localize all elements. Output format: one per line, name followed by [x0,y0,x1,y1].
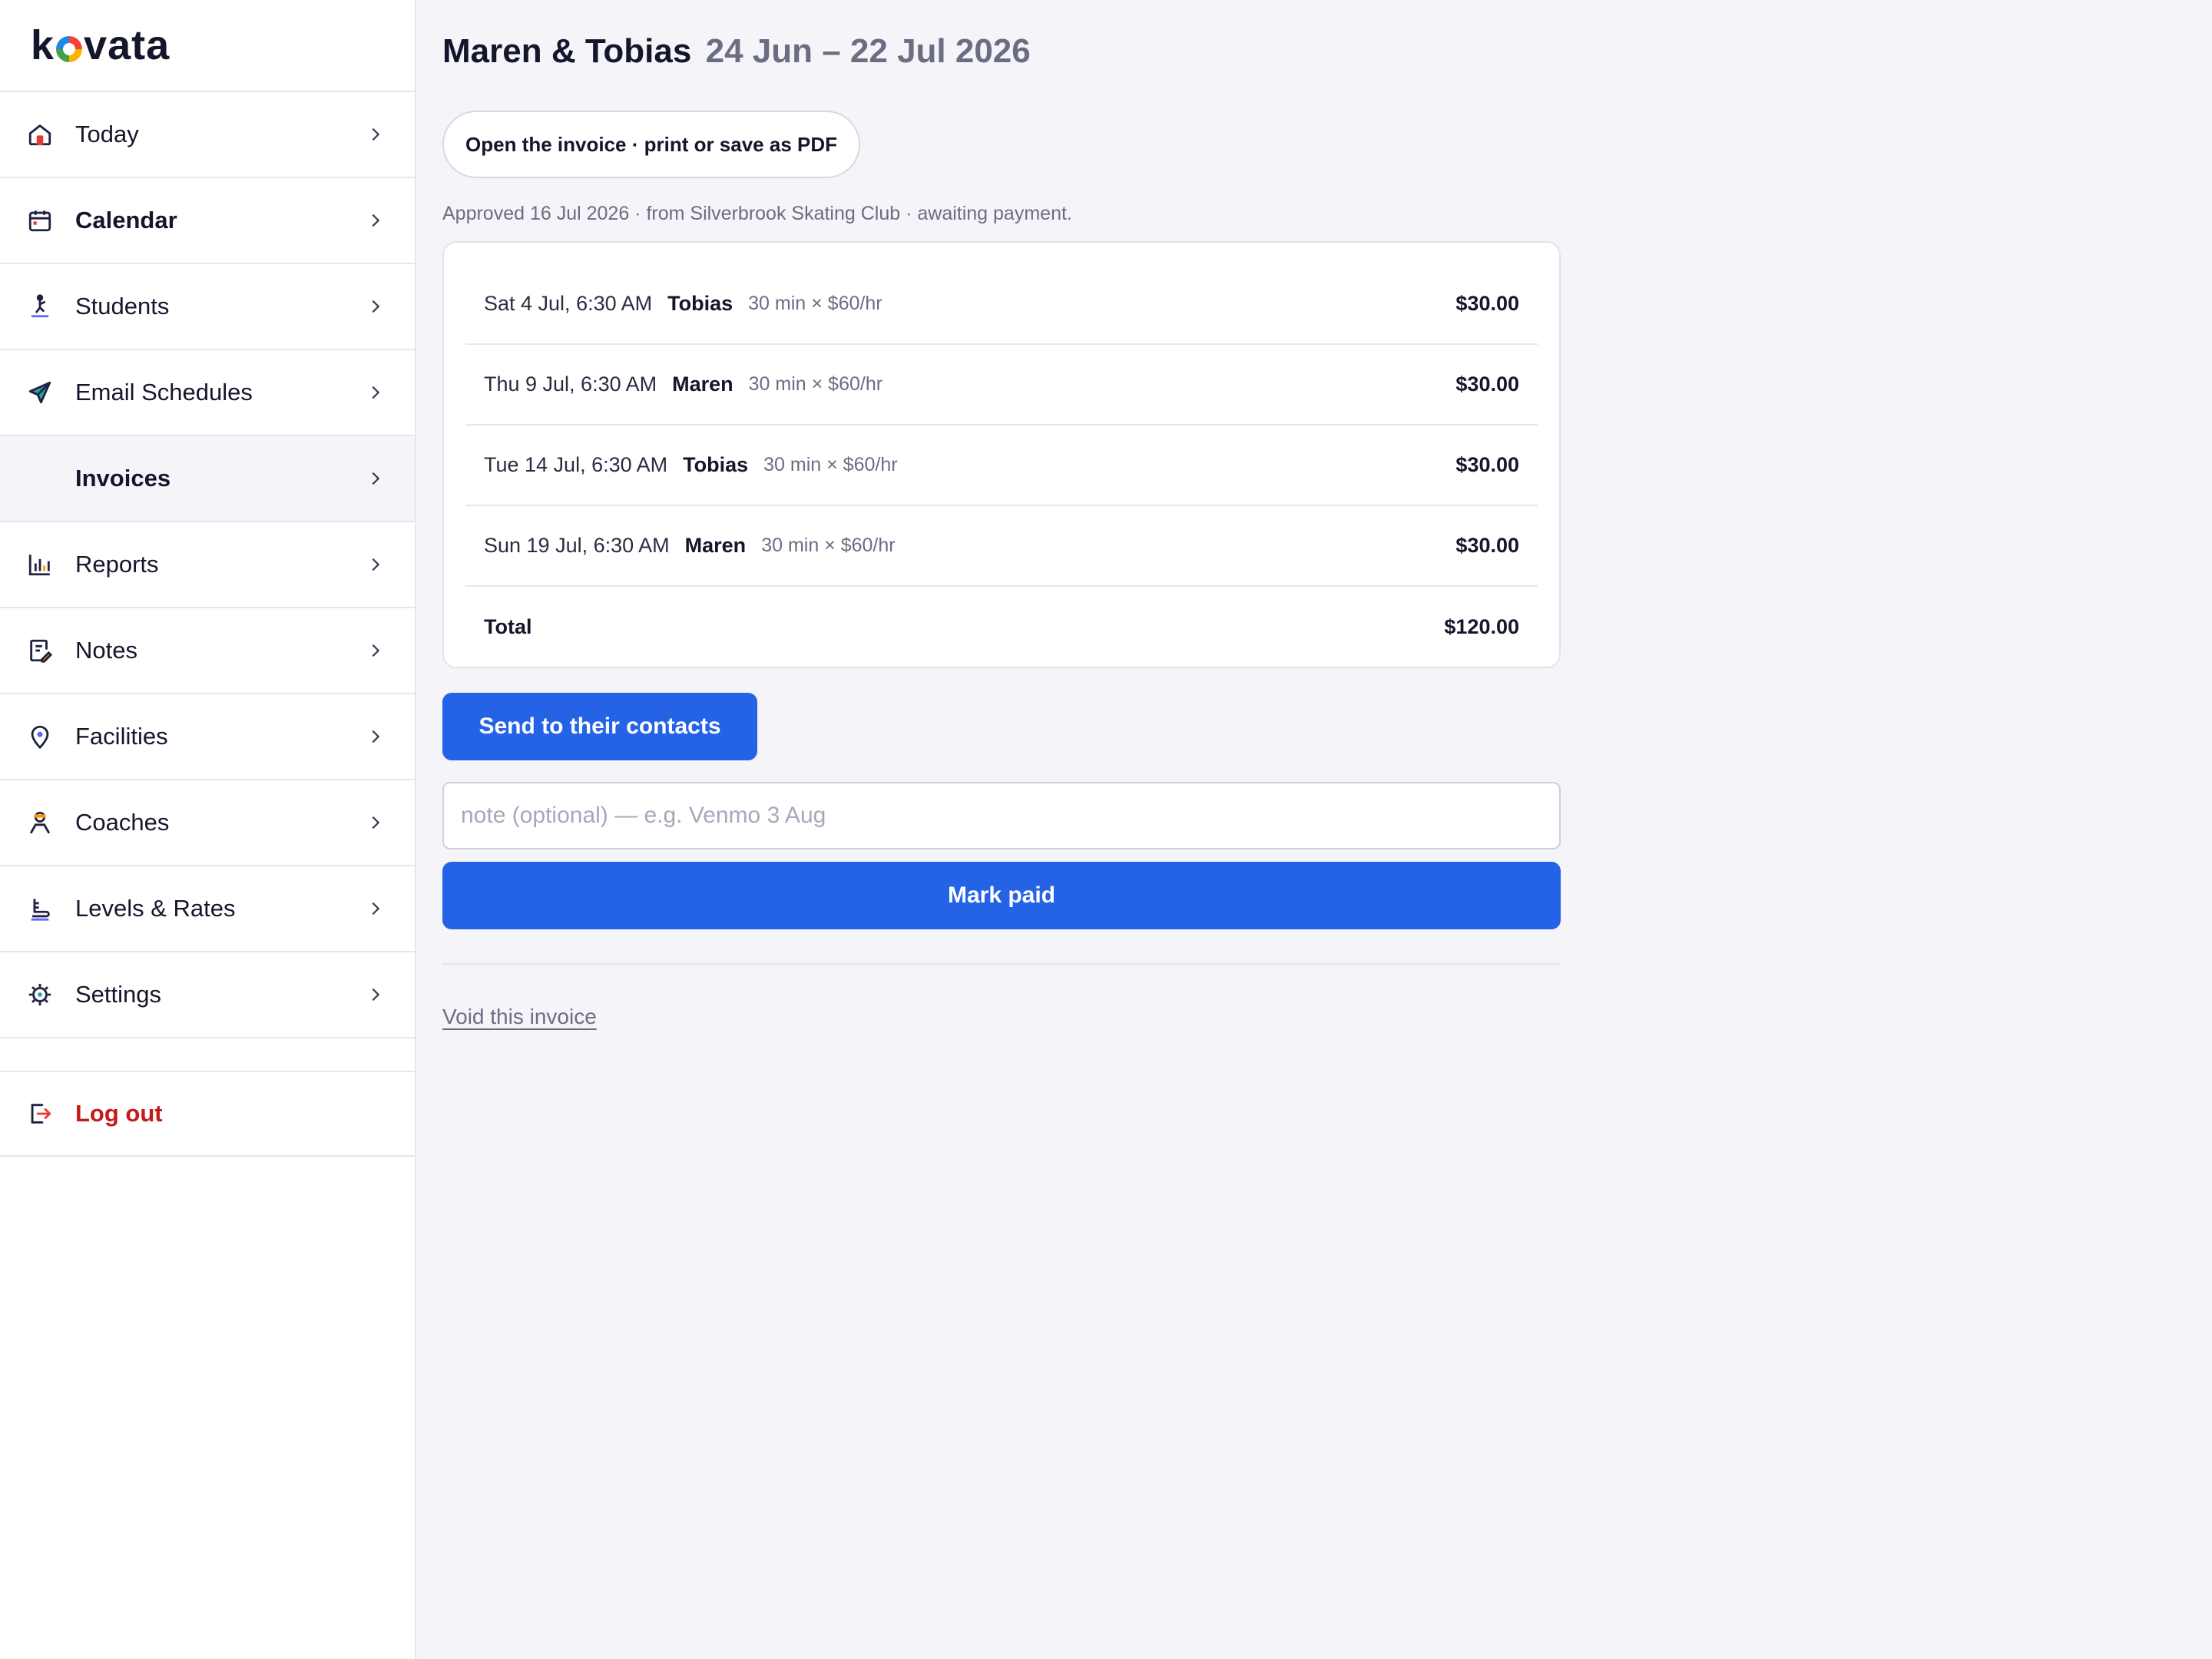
chevron-right-icon [372,214,380,227]
sidebar-item-label: Facilities [75,723,168,750]
invoice-icon [26,465,54,492]
line-student: Tobias [667,292,733,315]
open-pdf-button[interactable]: Open the invoice · print or save as PDF [442,111,861,178]
note-pencil-icon [26,637,54,664]
gear-icon [26,981,54,1008]
line-amount: $30.00 [1455,453,1519,476]
invoice-status-text: Approved 16 Jul 2026 · from Silverbrook … [442,203,1072,224]
sidebar-item-calendar[interactable]: Calendar [0,178,415,264]
line-datetime: Thu 9 Jul, 6:30 AM [484,373,657,396]
skate-boot-icon [26,895,54,922]
line-calculation: 30 min × $60/hr [761,535,896,556]
sidebar-item-reports[interactable]: Reports [0,522,415,608]
chevron-right-icon [372,386,380,399]
chevron-right-icon [372,644,380,657]
sidebar-item-label: Settings [75,981,162,1008]
sidebar-item-label: Today [75,121,139,147]
sidebar-item-coaches[interactable]: Coaches [0,780,415,866]
total-label: Total [484,615,532,638]
total-amount: $120.00 [1444,615,1519,638]
home-icon [26,121,54,148]
bar-chart-icon [26,551,54,578]
sidebar-item-label: Calendar [75,207,177,233]
logo-ring-icon [56,36,83,62]
section-divider [442,963,1561,965]
line-datetime: Sat 4 Jul, 6:30 AM [484,292,653,315]
sidebar: k vata Today Calendar Students Email Sche… [0,0,416,1659]
sidebar-item-label: Invoices [75,465,171,492]
page-title: Maren & Tobias 24 Jun – 22 Jul 2026 [442,32,1031,71]
sidebar-item-label: Coaches [75,809,170,836]
invoice-period: 24 Jun – 22 Jul 2026 [705,32,1031,70]
invoice-family-name: Maren & Tobias [442,32,692,70]
sidebar-item-students[interactable]: Students [0,264,415,350]
skater-icon [26,293,54,320]
sidebar-item-notes[interactable]: Notes [0,608,415,694]
line-calculation: 30 min × $60/hr [748,293,882,314]
line-amount: $30.00 [1455,292,1519,315]
line-student: Maren [684,534,747,557]
sidebar-item-levels-rates[interactable]: Levels & Rates [0,866,415,952]
location-pin-icon [26,723,54,750]
payment-note-input[interactable] [442,782,1561,849]
invoice-line: Tue 14 Jul, 6:30 AM Tobias 30 min × $60/… [465,426,1538,506]
line-student: Maren [672,373,733,396]
coach-icon [26,809,54,836]
logo-k: k [31,22,55,68]
line-student: Tobias [683,453,749,476]
sidebar-item-label: Reports [75,551,159,578]
logout-icon [26,1100,54,1128]
mark-paid-button[interactable]: Mark paid [442,862,1561,929]
logout-button[interactable]: Log out [0,1071,415,1157]
invoice-line: Sat 4 Jul, 6:30 AM Tobias 30 min × $60/h… [465,264,1538,345]
chevron-right-icon [372,988,380,1002]
invoice-total-row: Total $120.00 [465,587,1538,667]
line-amount: $30.00 [1455,534,1519,557]
line-amount: $30.00 [1455,373,1519,396]
sidebar-item-facilities[interactable]: Facilities [0,694,415,780]
sidebar-item-email-schedules[interactable]: Email Schedules [0,350,415,436]
sidebar-item-today[interactable]: Today [0,92,415,178]
sidebar-item-label: Email Schedules [75,379,253,406]
line-calculation: 30 min × $60/hr [763,454,898,475]
chevron-right-icon [372,730,380,743]
sidebar-item-invoices[interactable]: Invoices [0,436,415,522]
invoice-line: Sun 19 Jul, 6:30 AM Maren 30 min × $60/h… [465,506,1538,587]
void-invoice-link[interactable]: Void this invoice [442,1005,597,1029]
sidebar-item-label: Notes [75,637,137,664]
sidebar-item-label: Students [75,293,170,320]
invoice-line: Thu 9 Jul, 6:30 AM Maren 30 min × $60/hr… [465,345,1538,426]
send-to-contacts-button[interactable]: Send to their contacts [442,693,757,760]
logo-rest: vata [84,22,171,68]
line-datetime: Sun 19 Jul, 6:30 AM [484,534,670,557]
sidebar-item-label: Levels & Rates [75,895,236,922]
brand-logo[interactable]: k vata [0,0,415,92]
paper-plane-icon [26,379,54,406]
logout-label: Log out [75,1100,163,1127]
calendar-icon [26,207,54,234]
line-calculation: 30 min × $60/hr [748,373,883,395]
chevron-right-icon [372,558,380,571]
chevron-right-icon [372,472,380,485]
chevron-right-icon [372,127,380,141]
chevron-right-icon [372,300,380,313]
line-datetime: Tue 14 Jul, 6:30 AM [484,453,668,476]
invoice-lines-card: Sat 4 Jul, 6:30 AM Tobias 30 min × $60/h… [442,241,1561,668]
sidebar-item-settings[interactable]: Settings [0,952,415,1038]
chevron-right-icon [372,816,380,830]
chevron-right-icon [372,902,380,916]
